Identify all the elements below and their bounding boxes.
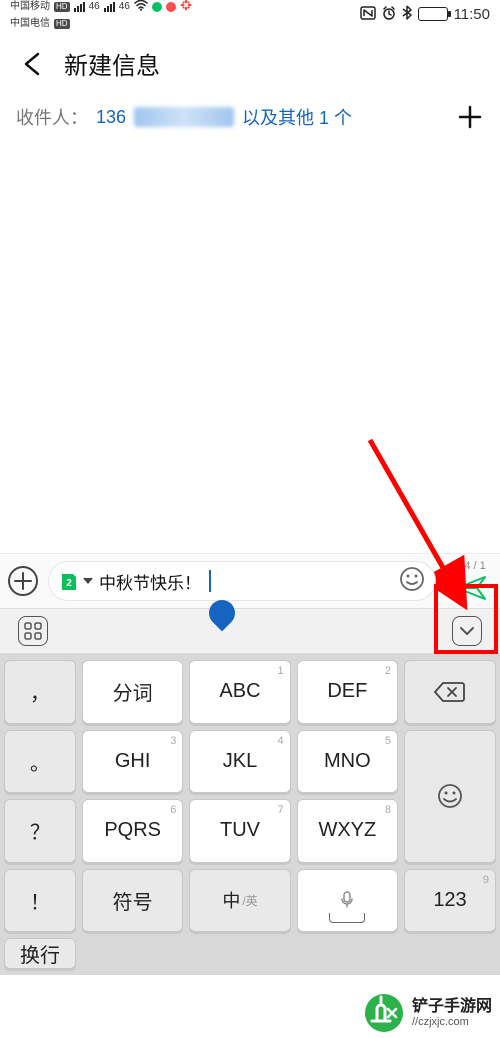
back-button[interactable] — [18, 50, 46, 78]
sim-dropdown-icon[interactable] — [83, 578, 93, 584]
message-text: 中秋节快乐！ — [99, 569, 201, 594]
carrier-2: 中国电信 — [10, 18, 50, 29]
signal-icon-2 — [104, 2, 115, 12]
keyboard-toolbar — [0, 608, 500, 654]
key-enter[interactable]: 换行 — [4, 938, 76, 969]
key-numbers[interactable]: 1239 — [404, 869, 496, 933]
space-bar-icon — [329, 913, 365, 923]
add-recipient-button[interactable] — [456, 103, 484, 131]
watermark-logo-icon — [364, 993, 404, 1033]
hd-badge-2: HD — [54, 19, 70, 29]
watermark-name: 铲子手游网 — [412, 998, 492, 1016]
sig-label-2: 46 — [119, 1, 130, 12]
text-cursor — [209, 570, 211, 592]
attach-button[interactable] — [6, 564, 40, 598]
wechat-dot-icon — [152, 2, 162, 12]
sig-label-1: 46 — [89, 1, 100, 12]
key-language[interactable]: 中/英 — [189, 869, 290, 933]
bluetooth-icon — [402, 5, 412, 23]
keyboard: ， 分词 ABC1 DEF2 。 GHI3 JKL4 MNO5 ？ PQRS6 … — [0, 654, 500, 975]
recipient-number: 136 — [96, 107, 126, 128]
annotation-highlight — [434, 584, 498, 654]
watermark: 铲子手游网 //czjxjc.com — [334, 987, 500, 1037]
input-bar: 2 中秋节快乐！ 64 / 1 — [0, 553, 500, 608]
status-left: 中国移动 HD 46 46 中国电信 HD — [10, 0, 192, 29]
clock-time: 11:50 — [454, 6, 490, 23]
char-count: 64 / 1 — [458, 560, 486, 572]
message-input[interactable]: 2 中秋节快乐！ — [48, 561, 436, 601]
key-wxyz[interactable]: WXYZ8 — [297, 799, 398, 863]
nfc-icon — [360, 6, 376, 23]
key-ghi[interactable]: GHI3 — [82, 730, 183, 794]
hd-badge-1: HD — [54, 2, 70, 12]
key-segment[interactable]: 分词 — [82, 660, 183, 724]
recipient-label: 收件人： — [16, 104, 88, 130]
key-exclaim[interactable]: ！ — [4, 869, 76, 933]
recipient-redacted — [134, 107, 234, 127]
message-area[interactable] — [0, 141, 500, 553]
key-tuv[interactable]: TUV7 — [189, 799, 290, 863]
signal-icon — [74, 2, 85, 12]
key-period[interactable]: 。 — [4, 730, 76, 794]
key-comma[interactable]: ， — [4, 660, 76, 724]
key-mno[interactable]: MNO5 — [297, 730, 398, 794]
recipient-row[interactable]: 收件人： 136 以及其他 1 个 — [0, 93, 500, 141]
huawei-icon — [180, 0, 192, 14]
carrier-1: 中国移动 — [10, 1, 50, 12]
page-title: 新建信息 — [64, 46, 160, 81]
header: 新建信息 — [0, 28, 500, 93]
keyboard-apps-button[interactable] — [18, 616, 48, 646]
recipient-suffix: 以及其他 1 个 — [242, 104, 352, 130]
svg-text:2: 2 — [66, 578, 72, 589]
sim-selector-icon[interactable]: 2 — [59, 572, 77, 590]
key-emoji[interactable] — [404, 730, 496, 863]
notification-dot-icon — [166, 2, 176, 12]
key-jkl[interactable]: JKL4 — [189, 730, 290, 794]
key-pqrs[interactable]: PQRS6 — [82, 799, 183, 863]
key-space[interactable] — [297, 869, 398, 933]
key-abc[interactable]: ABC1 — [189, 660, 290, 724]
mic-icon — [340, 891, 354, 909]
key-symbols[interactable]: 符号 — [82, 869, 183, 933]
battery-icon — [418, 7, 448, 21]
emoji-button[interactable] — [399, 566, 425, 597]
wifi-icon — [134, 0, 148, 14]
key-question[interactable]: ？ — [4, 799, 76, 863]
status-right: 11:50 — [360, 5, 490, 23]
key-def[interactable]: DEF2 — [297, 660, 398, 724]
key-backspace[interactable] — [404, 660, 496, 724]
watermark-url: //czjxjc.com — [412, 1016, 492, 1028]
status-bar: 中国移动 HD 46 46 中国电信 HD 11:50 — [0, 0, 500, 28]
alarm-icon — [382, 6, 396, 23]
